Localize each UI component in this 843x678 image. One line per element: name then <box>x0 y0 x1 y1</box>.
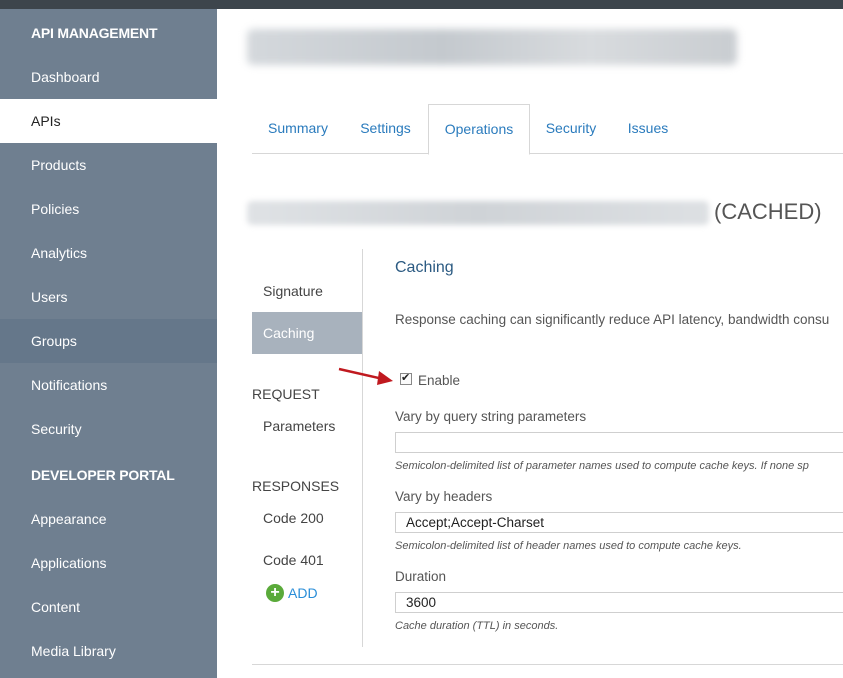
query-params-hint: Semicolon-delimited list of parameter na… <box>395 460 809 472</box>
enable-caching-label: Enable <box>418 373 461 388</box>
tab-bar: Summary Settings Operations Security Iss… <box>252 104 843 155</box>
sidebar-item-appearance[interactable]: Appearance <box>0 497 217 541</box>
sidebar-item-apis[interactable]: APIs <box>0 99 217 143</box>
tab-summary[interactable]: Summary <box>252 104 344 154</box>
tab-settings[interactable]: Settings <box>344 104 427 154</box>
api-title-redacted <box>247 29 737 65</box>
subnav-responses-heading: RESPONSES <box>252 478 340 494</box>
duration-input[interactable] <box>395 592 843 613</box>
query-params-label: Vary by query string parameters <box>395 409 587 424</box>
tab-issues[interactable]: Issues <box>614 104 682 154</box>
bottom-divider <box>252 664 843 665</box>
vary-headers-label: Vary by headers <box>395 489 493 504</box>
sidebar-item-products[interactable]: Products <box>0 143 217 187</box>
tab-operations[interactable]: Operations <box>428 104 530 155</box>
sidebar-item-policies[interactable]: Policies <box>0 187 217 231</box>
query-params-input[interactable] <box>395 432 843 453</box>
caching-description: Response caching can significantly reduc… <box>395 312 830 327</box>
vary-headers-input[interactable] <box>395 512 843 533</box>
sidebar-heading-developer-portal: DEVELOPER PORTAL <box>31 467 175 483</box>
add-response-label: ADD <box>288 585 318 601</box>
duration-hint: Cache duration (TTL) in seconds. <box>395 620 559 632</box>
plus-circle-icon: + <box>266 584 284 602</box>
sidebar-item-notifications[interactable]: Notifications <box>0 363 217 407</box>
vary-headers-hint: Semicolon-delimited list of header names… <box>395 540 742 552</box>
sidebar-item-users[interactable]: Users <box>0 275 217 319</box>
sidebar: API MANAGEMENT Dashboard APIs Products P… <box>0 9 217 678</box>
enable-caching-checkbox[interactable] <box>400 371 412 385</box>
duration-label: Duration <box>395 569 447 584</box>
top-bar <box>0 0 843 9</box>
tab-security[interactable]: Security <box>530 104 612 154</box>
sidebar-item-applications[interactable]: Applications <box>0 541 217 585</box>
add-response-button[interactable]: + ADD <box>266 584 318 602</box>
main-content: Summary Settings Operations Security Iss… <box>217 9 843 678</box>
sidebar-heading-api-management: API MANAGEMENT <box>31 25 158 41</box>
operation-cached-suffix: (CACHED) <box>714 199 822 224</box>
subnav-signature[interactable]: Signature <box>252 270 362 312</box>
subnav-divider <box>362 249 363 647</box>
sidebar-item-content[interactable]: Content <box>0 585 217 629</box>
operation-name-redacted <box>247 201 709 225</box>
caching-section-title: Caching <box>395 259 454 276</box>
sidebar-item-dashboard[interactable]: Dashboard <box>0 55 217 99</box>
subnav-request-heading: REQUEST <box>252 386 320 402</box>
subnav-caching[interactable]: Caching <box>252 312 362 354</box>
sidebar-item-media-library[interactable]: Media Library <box>0 629 217 673</box>
subnav-parameters[interactable]: Parameters <box>263 418 335 434</box>
sidebar-item-analytics[interactable]: Analytics <box>0 231 217 275</box>
sidebar-item-groups[interactable]: Groups <box>0 319 217 363</box>
red-arrow-annotation-icon <box>338 367 393 385</box>
subnav-code-200[interactable]: Code 200 <box>263 510 324 526</box>
sidebar-item-security[interactable]: Security <box>0 407 217 451</box>
subnav-code-401[interactable]: Code 401 <box>263 552 324 568</box>
